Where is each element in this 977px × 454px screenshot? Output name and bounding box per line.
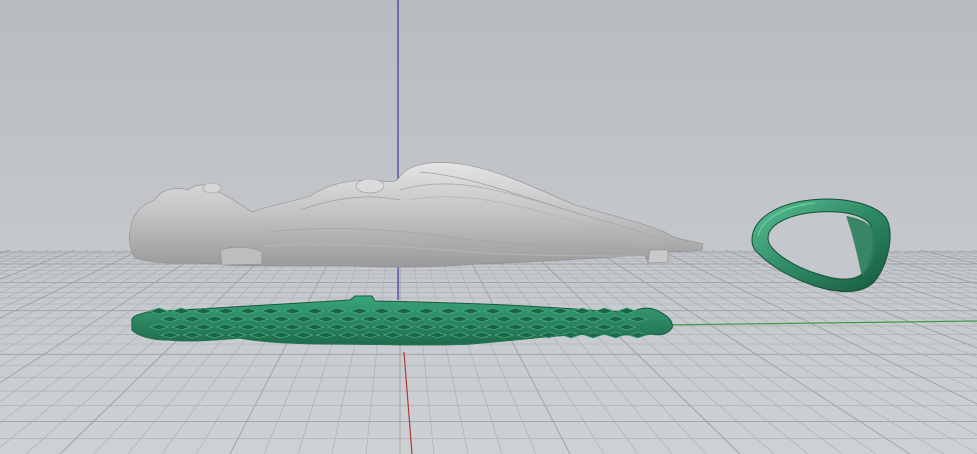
viewport-canvas[interactable]	[0, 0, 977, 454]
3d-viewport[interactable]	[0, 0, 977, 454]
